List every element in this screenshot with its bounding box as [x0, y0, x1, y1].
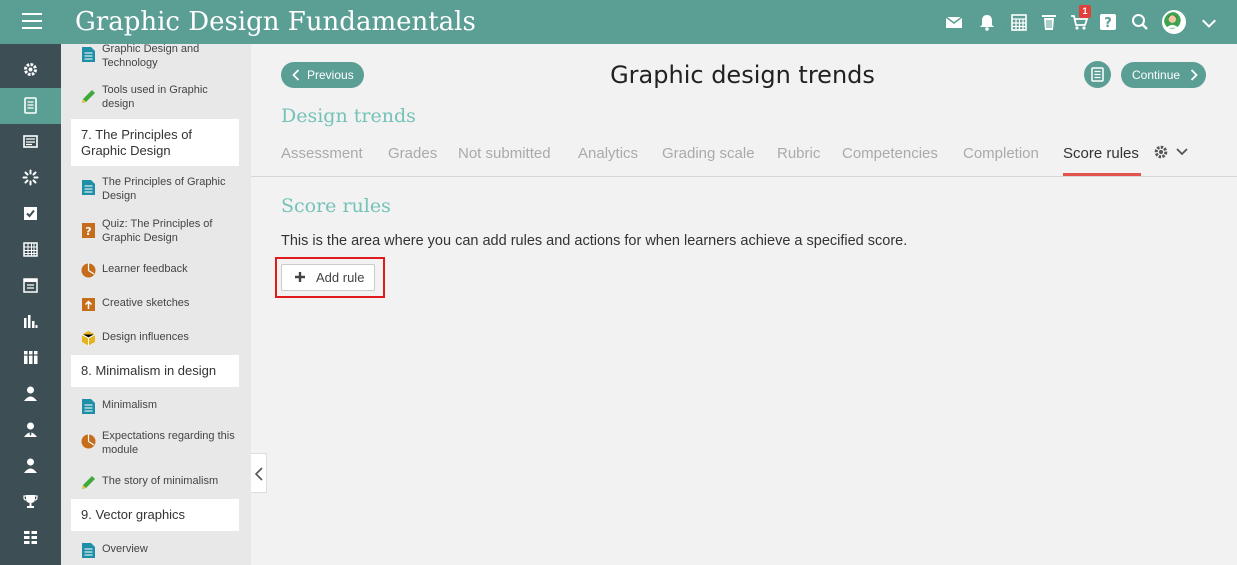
chevron-right-icon: [1190, 69, 1198, 81]
document-icon: [82, 399, 95, 414]
continue-label: Continue: [1132, 68, 1181, 82]
list-item-label: Creative sketches: [102, 297, 190, 309]
add-rule-button[interactable]: Add rule: [281, 264, 375, 291]
notebook-icon: [1091, 67, 1104, 82]
checklist-icon[interactable]: [0, 196, 61, 232]
notes-button[interactable]: [1084, 61, 1111, 88]
svg-text:?: ?: [85, 225, 91, 238]
pencil-icon: [82, 90, 95, 103]
collapse-sidebar-button[interactable]: [251, 453, 267, 493]
section-header[interactable]: 7. The Principles of Graphic Design: [71, 119, 239, 166]
envelope-icon[interactable]: [944, 12, 964, 32]
package-icon: [81, 331, 96, 346]
document-icon: [82, 180, 95, 195]
list-item-label: The story of minimalism: [102, 475, 219, 487]
section-header[interactable]: 9. Vector graphics: [71, 499, 239, 531]
course-book-icon[interactable]: [0, 88, 61, 124]
list-item-label: Overview: [102, 543, 148, 555]
grid-calendar-icon[interactable]: [0, 232, 61, 268]
app-title: Graphic Design Fundamentals: [75, 7, 476, 37]
previous-button[interactable]: Previous: [281, 62, 364, 88]
cart-badge: 1: [1079, 5, 1091, 18]
tab-rubric[interactable]: Rubric: [777, 144, 820, 164]
list-item-label: The Principles of Graphic Design: [102, 176, 226, 202]
tab-not-submitted[interactable]: Not submitted: [458, 144, 551, 164]
tab-grades[interactable]: Grades: [388, 144, 437, 164]
calendar-icon[interactable]: [1009, 12, 1029, 32]
list-item-label: Learner feedback: [102, 263, 188, 275]
section-header[interactable]: 8. Minimalism in design: [71, 355, 239, 387]
tab-analytics[interactable]: Analytics: [578, 144, 638, 164]
top-bar: Graphic Design Fundamentals 1 ?: [0, 0, 1237, 44]
upload-icon: [82, 298, 95, 311]
spinner-icon[interactable]: [0, 160, 61, 196]
page-title: Graphic design trends: [610, 61, 875, 89]
library-icon[interactable]: [0, 340, 61, 376]
list-item-label: Minimalism: [102, 399, 157, 411]
divider: [251, 176, 1237, 177]
plus-icon: [295, 272, 305, 282]
list-item-label: Quiz: The Principles of Graphic Design: [102, 218, 213, 244]
svg-text:?: ?: [1104, 16, 1112, 31]
user-tie-icon[interactable]: [0, 412, 61, 448]
menu-icon[interactable]: [22, 13, 42, 31]
left-navigation: [0, 44, 61, 565]
avatar[interactable]: [1162, 10, 1186, 34]
list-item-label: Graphic Design and Technology: [102, 44, 200, 69]
apps-icon[interactable]: [0, 520, 61, 556]
tab-score-rules[interactable]: Score rules: [1063, 144, 1139, 164]
bar-chart-icon[interactable]: [0, 304, 61, 340]
search-icon[interactable]: [1130, 12, 1150, 32]
chevron-left-icon: [292, 69, 300, 81]
add-rule-label: Add rule: [316, 270, 365, 285]
list-item-label: Tools used in Graphic design: [102, 84, 208, 110]
news-icon[interactable]: [0, 124, 61, 160]
chevron-down-icon[interactable]: [1175, 147, 1189, 157]
score-rules-description: This is the area where you can add rules…: [281, 233, 908, 249]
trash-icon[interactable]: [1039, 12, 1059, 32]
document-icon: [82, 47, 95, 62]
continue-button[interactable]: Continue: [1121, 62, 1206, 88]
gear-icon[interactable]: [1153, 144, 1169, 160]
pencil-icon: [82, 476, 95, 489]
calendar-icon[interactable]: [0, 268, 61, 304]
section-title: Design trends: [281, 105, 416, 127]
list-item-label: Expectations regarding this module: [102, 430, 235, 456]
trophy-icon[interactable]: [0, 484, 61, 520]
tab-assessment[interactable]: Assessment: [281, 144, 363, 164]
list-item-label: Design influences: [102, 331, 189, 343]
tab-completion[interactable]: Completion: [963, 144, 1039, 164]
tab-competencies[interactable]: Competencies: [842, 144, 938, 164]
user-icon[interactable]: [0, 376, 61, 412]
course-outline-sidebar: Graphic Design and Technology Tools used…: [61, 44, 251, 565]
survey-icon: [81, 263, 96, 278]
document-icon: [82, 543, 95, 558]
previous-label: Previous: [307, 68, 354, 82]
cart-icon[interactable]: 1: [1069, 5, 1091, 32]
user-alt-icon[interactable]: [0, 448, 61, 484]
chevron-down-icon[interactable]: [1199, 14, 1216, 30]
bell-icon[interactable]: [977, 12, 997, 32]
survey-icon: [81, 434, 96, 449]
help-icon[interactable]: ?: [1098, 12, 1118, 32]
chevron-left-icon: [254, 467, 263, 481]
tab-grading-scale[interactable]: Grading scale: [662, 144, 755, 164]
score-rules-title: Score rules: [281, 195, 391, 217]
gear-icon[interactable]: [0, 52, 61, 88]
quiz-icon: ?: [82, 223, 95, 238]
